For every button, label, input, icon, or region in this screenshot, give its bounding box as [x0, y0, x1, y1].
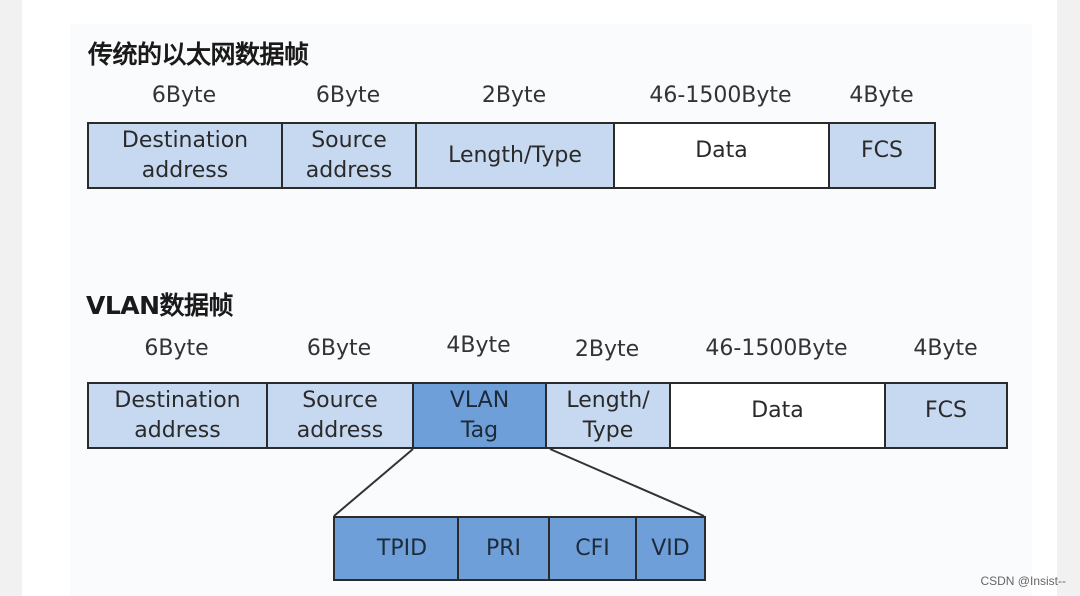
field-cfi: CFI — [550, 518, 637, 579]
field-label: TPID — [376, 535, 428, 561]
field-label: VID — [651, 535, 690, 561]
field-vid: VID — [637, 518, 704, 579]
field-label: PRI — [485, 535, 522, 561]
expansion-line-left — [333, 448, 414, 517]
field-tpid: TPID — [335, 518, 459, 579]
watermark: CSDN @Insist-- — [980, 574, 1066, 588]
field-pri: PRI — [459, 518, 550, 579]
expansion-lines — [333, 448, 705, 517]
field-label: CFI — [575, 535, 610, 561]
expansion-line-right — [549, 448, 705, 517]
vlan-tag-breakdown: TPID PRI CFI VID — [333, 516, 706, 581]
